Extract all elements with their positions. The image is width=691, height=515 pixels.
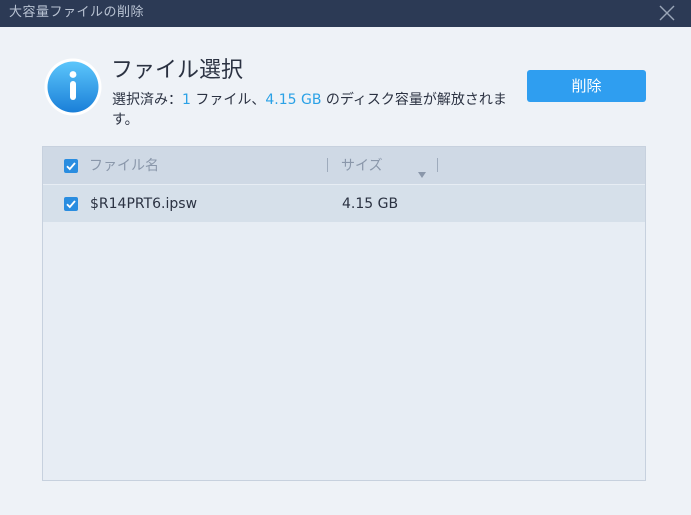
summary-file-unit: ファイル、 — [190, 92, 266, 108]
file-table: ファイル名 サイズ $R14PRT6.ipsw 4.15 GB — [42, 146, 646, 481]
row-checkbox[interactable] — [64, 197, 78, 211]
table-row[interactable]: $R14PRT6.ipsw 4.15 GB — [43, 185, 645, 222]
select-all-checkbox[interactable] — [64, 159, 78, 173]
table-header: ファイル名 サイズ — [43, 147, 645, 184]
selected-total-size: 4.15 GB — [265, 92, 322, 108]
column-header-filename[interactable]: ファイル名 — [89, 157, 159, 175]
window-title: 大容量ファイルの削除 — [9, 5, 145, 20]
title-bar: 大容量ファイルの削除 — [0, 0, 691, 27]
summary-prefix: 選択済み： — [112, 92, 182, 108]
file-name: $R14PRT6.ipsw — [90, 196, 198, 212]
column-divider[interactable] — [437, 158, 438, 172]
page-title: ファイル選択 — [111, 58, 244, 83]
column-header-size[interactable]: サイズ — [341, 157, 383, 175]
selected-file-count: 1 — [182, 92, 191, 108]
delete-button[interactable]: 削除 — [527, 70, 646, 102]
info-icon — [44, 58, 102, 116]
close-icon[interactable] — [657, 3, 677, 23]
sort-down-icon[interactable] — [418, 163, 426, 178]
selection-summary: 選択済み：1 ファイル、4.15 GB のディスク容量が解放されます。 — [112, 90, 507, 130]
file-size: 4.15 GB — [342, 196, 399, 212]
column-divider[interactable] — [327, 158, 328, 172]
